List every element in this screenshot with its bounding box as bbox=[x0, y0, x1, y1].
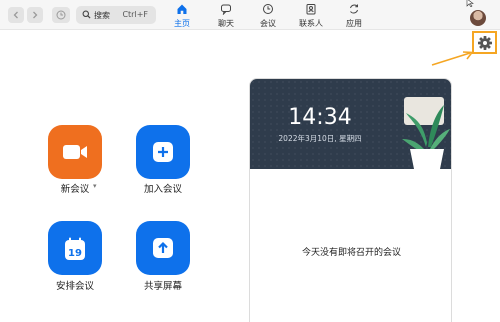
share-screen-button[interactable] bbox=[136, 221, 190, 275]
tab-contacts[interactable]: 联系人 bbox=[288, 3, 334, 29]
forward-button[interactable] bbox=[27, 7, 43, 23]
home-icon bbox=[177, 4, 187, 14]
tab-home-label: 主页 bbox=[174, 19, 190, 28]
chevron-down-icon[interactable]: ▾ bbox=[93, 182, 97, 190]
new-meeting-label: 新会议 bbox=[60, 184, 90, 195]
schedule-meeting-label: 安排会议 bbox=[55, 281, 94, 292]
top-toolbar: 搜索 Ctrl+F 主页 聊天 会议 联系人 应用 bbox=[0, 0, 500, 30]
clock-icon bbox=[56, 10, 66, 20]
apps-icon bbox=[350, 4, 358, 14]
calendar-icon: 19 bbox=[65, 237, 85, 260]
current-date: 2022年3月10日, 星期四 bbox=[278, 134, 362, 143]
tab-meetings[interactable]: 会议 bbox=[245, 3, 291, 29]
share-screen-icon bbox=[153, 238, 173, 258]
avatar[interactable] bbox=[470, 10, 486, 26]
back-button[interactable] bbox=[8, 7, 24, 23]
join-meeting-button[interactable] bbox=[136, 125, 190, 179]
tab-chat[interactable]: 聊天 bbox=[203, 3, 249, 29]
share-screen-label: 共享屏幕 bbox=[143, 281, 182, 292]
schedule-meeting-button[interactable]: 19 bbox=[48, 221, 102, 275]
new-meeting-button[interactable] bbox=[48, 125, 102, 179]
chevron-left-icon bbox=[13, 11, 18, 19]
tab-chat-label: 聊天 bbox=[218, 19, 234, 28]
clock-icon bbox=[263, 4, 273, 14]
history-button[interactable] bbox=[52, 7, 70, 23]
cursor-icon bbox=[466, 0, 474, 7]
tab-meetings-label: 会议 bbox=[260, 19, 276, 28]
tab-home[interactable]: 主页 bbox=[159, 3, 205, 29]
gear-icon[interactable] bbox=[476, 34, 494, 52]
search-icon bbox=[82, 10, 91, 19]
video-camera-icon bbox=[63, 145, 87, 159]
tab-contacts-label: 联系人 bbox=[299, 19, 323, 28]
plus-icon bbox=[153, 142, 173, 162]
join-meeting-label: 加入会议 bbox=[143, 184, 182, 195]
annotation-arrow-icon bbox=[431, 51, 474, 66]
chevron-right-icon bbox=[33, 11, 38, 19]
clock-banner: 14:34 2022年3月10日, 星期四 bbox=[250, 79, 451, 169]
chat-icon bbox=[221, 4, 231, 15]
tab-apps[interactable]: 应用 bbox=[331, 3, 377, 29]
plant-illustration-icon bbox=[402, 97, 450, 169]
no-meetings-message: 今天没有即将召开的会议 bbox=[301, 248, 401, 258]
calendar-day: 19 bbox=[68, 248, 82, 259]
search-label: 搜索 bbox=[94, 11, 110, 20]
current-time: 14:34 bbox=[288, 105, 352, 130]
search-shortcut: Ctrl+F bbox=[122, 10, 148, 19]
contacts-icon bbox=[306, 4, 316, 15]
search-box[interactable]: 搜索 Ctrl+F bbox=[76, 6, 156, 24]
tab-apps-label: 应用 bbox=[346, 19, 362, 28]
upcoming-meetings-card: 14:34 2022年3月10日, 星期四 今天没有即将召开的会议 bbox=[249, 78, 452, 322]
